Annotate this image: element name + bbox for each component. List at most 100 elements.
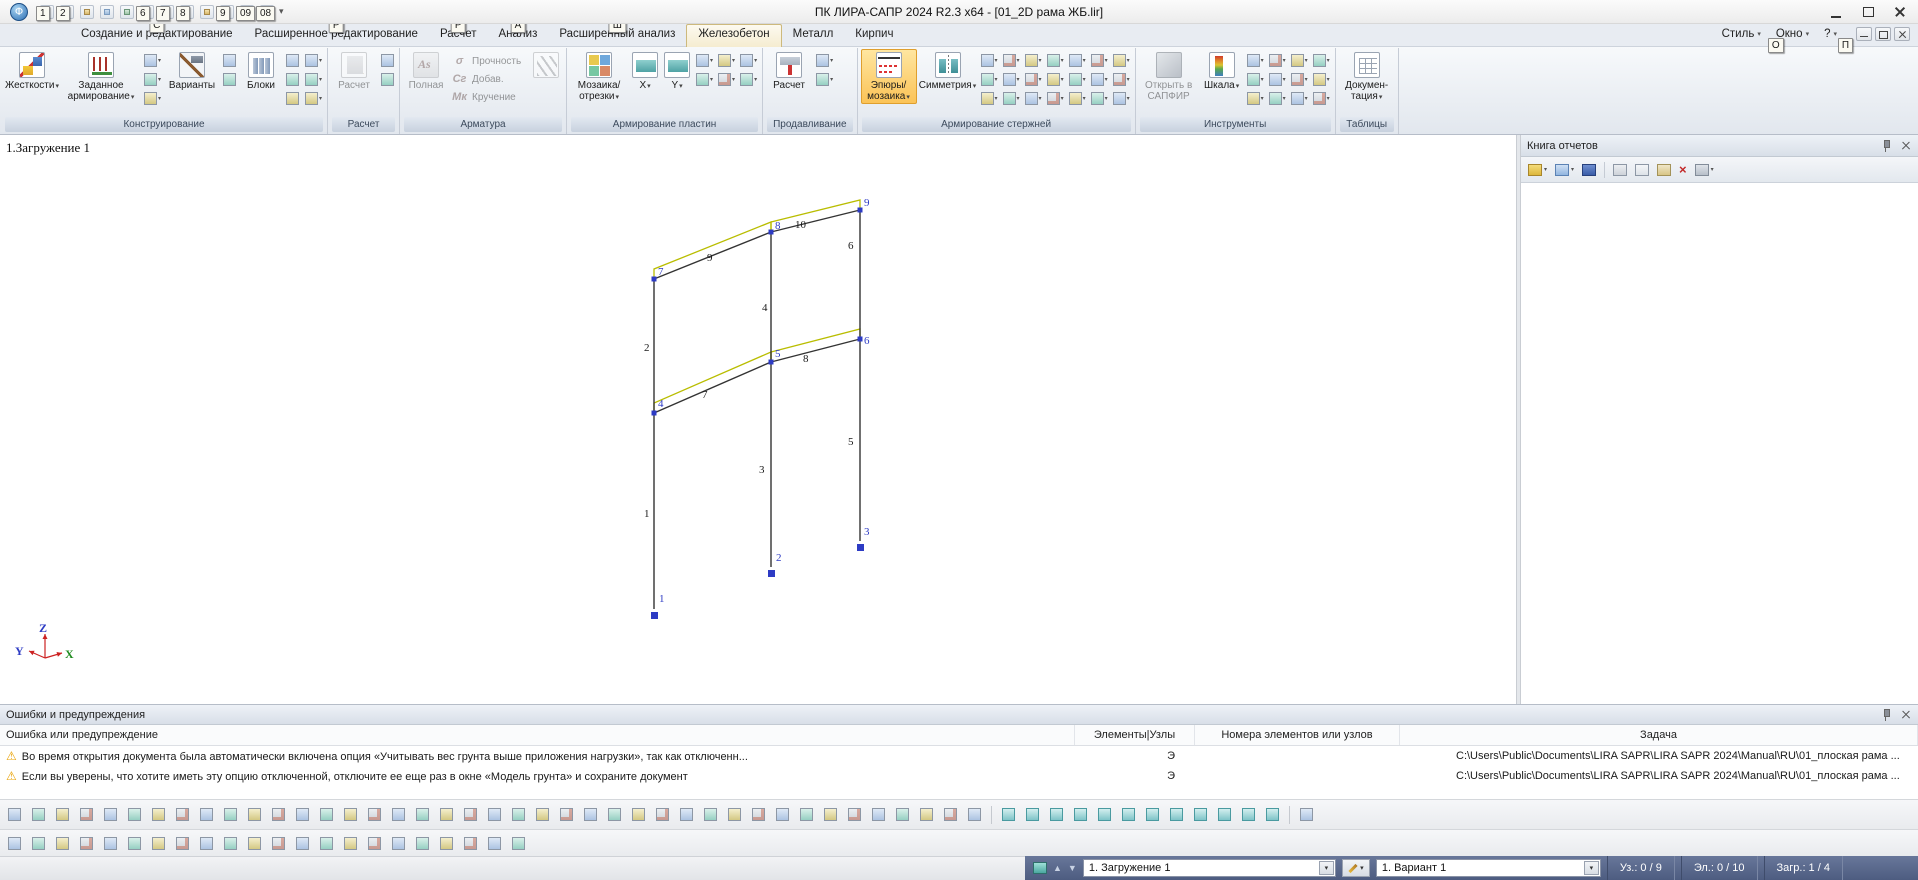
style-menu[interactable]: Стиль ▾ — [1722, 28, 1761, 40]
toolbar-icon-button[interactable] — [27, 803, 50, 826]
tool-icon-button[interactable]: ▾ — [716, 51, 737, 69]
tool-icon-button[interactable]: ▾ — [1045, 51, 1066, 69]
toolbar-icon-button[interactable] — [915, 803, 938, 826]
tool-icon-button[interactable]: ▾ — [1245, 51, 1266, 69]
frame-node-4[interactable] — [651, 410, 657, 416]
tab-raschet[interactable]: Расчет Р — [429, 18, 488, 46]
copy-button[interactable] — [1632, 160, 1652, 180]
model-canvas[interactable]: 1.Загружение 1 1 2 3 4 5 6 7 8 9 10 1 2 3 4 5 6 7 8 9 Z Y X — [0, 135, 1516, 704]
tab-metall[interactable]: Металл — [782, 25, 845, 46]
tool-icon-button[interactable]: ▾ — [1111, 89, 1132, 107]
tool-icon-button[interactable]: ▾ — [1267, 51, 1288, 69]
window-menu[interactable]: Окно ▾ О — [1767, 28, 1809, 53]
toolbar-icon-button[interactable] — [1189, 803, 1212, 826]
tool-icon-button[interactable] — [379, 51, 396, 69]
punch-button[interactable]: Расчет — [766, 49, 812, 92]
toolbar-icon-button[interactable] — [315, 803, 338, 826]
frame-member-10[interactable] — [770, 209, 861, 233]
toolbar-icon-button[interactable] — [123, 832, 146, 855]
tool-icon-button[interactable]: ▾ — [1289, 89, 1310, 107]
mdi-close-button[interactable] — [1894, 27, 1910, 41]
toolbar-icon-button[interactable] — [339, 832, 362, 855]
tool-icon-button[interactable]: ▾ — [1111, 70, 1132, 88]
toolbar-icon-button[interactable] — [483, 803, 506, 826]
stack-button[interactable]: Сг Добав. — [451, 71, 527, 87]
toolbar-icon-button[interactable] — [675, 803, 698, 826]
toolbar-icon-button[interactable] — [963, 803, 986, 826]
frame-node-5[interactable] — [768, 359, 774, 365]
toolbar-icon-button[interactable] — [891, 803, 914, 826]
toolbar-icon-button[interactable] — [411, 832, 434, 855]
given-button[interactable]: Заданное армирование▾ — [62, 49, 140, 104]
toolbar-icon-button[interactable] — [219, 803, 242, 826]
quick-access-item[interactable]: 6 — [136, 3, 156, 21]
tool-icon-button[interactable] — [379, 70, 396, 88]
tool-icon-button[interactable]: ▾ — [979, 51, 1000, 69]
calc-button[interactable]: Расчет — [331, 49, 377, 92]
quick-access-item[interactable]: 08 — [256, 3, 276, 21]
toolbar-icon-button[interactable] — [195, 803, 218, 826]
tool-icon-button[interactable]: ▾ — [1267, 70, 1288, 88]
toolbar-icon-button[interactable] — [603, 803, 626, 826]
tool-icon-button[interactable] — [284, 89, 301, 107]
tab-analiz[interactable]: Анализ А — [488, 18, 549, 46]
stack-button[interactable]: σ Прочность — [451, 53, 527, 69]
tab-zhelezobeton[interactable]: Железобетон — [686, 24, 782, 47]
tool-icon-button[interactable] — [221, 70, 238, 88]
toolbar-icon-button[interactable] — [747, 803, 770, 826]
toolbar-icon-button[interactable] — [267, 832, 290, 855]
chevron-down-icon[interactable]: ▾ — [1583, 861, 1599, 875]
toolbar-icon-button[interactable] — [291, 832, 314, 855]
pin-icon[interactable] — [1880, 139, 1892, 152]
frame-node-7[interactable] — [651, 276, 657, 282]
tool-icon-button[interactable]: ▾ — [1023, 89, 1044, 107]
toolbar-icon-button[interactable] — [363, 803, 386, 826]
delete-button[interactable]: × — [1676, 160, 1690, 180]
toolbar-icon-button[interactable] — [75, 803, 98, 826]
blocks-button[interactable]: Блоки — [240, 49, 282, 92]
toolbar-icon-button[interactable] — [579, 803, 602, 826]
tool-icon-button[interactable]: ▾ — [1111, 51, 1132, 69]
toolbar-icon-button[interactable] — [531, 803, 554, 826]
quick-access-item[interactable] — [98, 3, 116, 21]
toolbar-icon-button[interactable] — [51, 832, 74, 855]
tool-icon-button[interactable] — [284, 70, 301, 88]
variants-button[interactable]: Варианты — [165, 49, 219, 92]
toolbar-icon-button[interactable] — [459, 803, 482, 826]
toolbar-icon-button[interactable] — [339, 803, 362, 826]
tool-icon-button[interactable] — [284, 51, 301, 69]
frame-member-9[interactable] — [653, 231, 772, 280]
tool-icon-button[interactable]: ▾ — [814, 51, 835, 69]
quick-access-item[interactable] — [198, 3, 216, 21]
model-view-icon[interactable] — [1033, 862, 1047, 874]
toolbar-icon-button[interactable] — [51, 803, 74, 826]
variant-select[interactable]: 1. Вариант 1 ▾ — [1375, 859, 1601, 877]
toolbar-icon-button[interactable] — [555, 803, 578, 826]
toolbar-icon-button[interactable] — [147, 832, 170, 855]
tool-icon-button[interactable]: ▾ — [142, 70, 163, 88]
platex-button[interactable]: X▾ — [630, 49, 660, 93]
tab-kirpich[interactable]: Кирпич — [844, 25, 904, 46]
toolbar-icon-button[interactable] — [843, 803, 866, 826]
quick-access-item[interactable]: 1 — [36, 3, 56, 21]
error-row[interactable]: ⚠ Если вы уверены, что хотите иметь эту о… — [0, 766, 1918, 786]
toolbar-icon-button[interactable] — [75, 832, 98, 855]
support-node-3[interactable] — [857, 544, 864, 551]
toolbar-icon-button[interactable] — [27, 832, 50, 855]
toolbar-icon-button[interactable] — [723, 803, 746, 826]
sapfir-button[interactable]: Открыть в САПФИР — [1139, 49, 1199, 103]
tool-icon-button[interactable]: ▾ — [1023, 70, 1044, 88]
tool-icon-button[interactable]: ▾ — [694, 51, 715, 69]
structural-model-view[interactable]: 1 2 3 4 5 6 7 8 9 10 1 2 3 4 5 6 7 8 9 Z Y X — [0, 135, 1516, 704]
toolbar-icon-button[interactable] — [387, 803, 410, 826]
toolbar-icon-button[interactable] — [1295, 803, 1318, 826]
tool-icon-button[interactable]: ▾ — [979, 70, 1000, 88]
mdi-restore-button[interactable] — [1875, 27, 1891, 41]
tool-icon-button[interactable]: ▾ — [1245, 89, 1266, 107]
close-panel-icon[interactable] — [1900, 709, 1912, 721]
tool-icon-button[interactable]: ▾ — [1001, 89, 1022, 107]
toolbar-icon-button[interactable] — [3, 832, 26, 855]
toolbar-icon-button[interactable] — [195, 832, 218, 855]
toolbar-icon-button[interactable] — [99, 803, 122, 826]
symmetry-button[interactable]: Симметрия▾ — [919, 49, 977, 93]
